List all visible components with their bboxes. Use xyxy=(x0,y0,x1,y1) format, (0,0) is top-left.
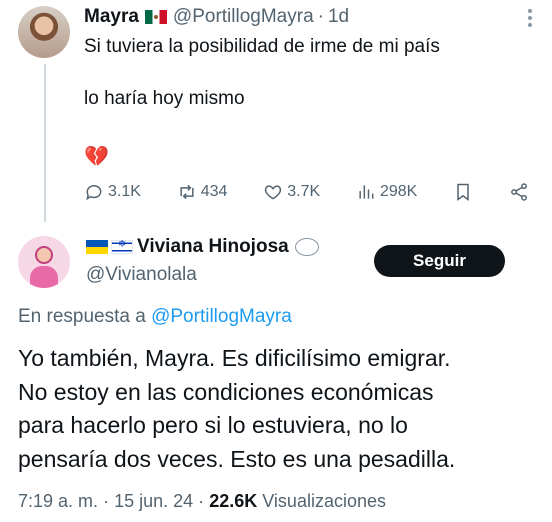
share-icon xyxy=(511,183,527,201)
repost-icon xyxy=(180,184,194,200)
thread-connector-line xyxy=(44,64,46,222)
reply-button[interactable]: 3.1K xyxy=(84,182,141,202)
in-reply-handle-link[interactable]: @PortillogMayra xyxy=(151,306,292,327)
reply-tweet-header: Viviana Hinojosa xyxy=(86,236,319,258)
tweet-text-line: para hacerlo pero si lo estuviera, no lo xyxy=(18,412,408,438)
tweet-text-line: Si tuviera la posibilidad de irme de mi … xyxy=(84,36,440,57)
author-handle[interactable]: @Vivianolala xyxy=(86,264,197,286)
view-count: 298K xyxy=(379,183,418,200)
repost-count: 434 xyxy=(200,183,228,200)
tweet-text-line: pensaría dos veces. Esto es una pesadill… xyxy=(18,445,456,472)
views-label: Visualizaciones xyxy=(262,491,386,511)
tweet-text-line: Yo también, Mayra. Es dificilísimo emigr… xyxy=(18,345,451,371)
tweet-text-line: No estoy en las condiciones económicas xyxy=(18,378,434,405)
israel-flag-icon xyxy=(111,239,133,254)
avatar[interactable] xyxy=(18,6,70,58)
views-count: 22.6K xyxy=(209,491,258,511)
in-reply-to: En respuesta a @PortillogMayra xyxy=(18,306,292,328)
tweet-time[interactable]: 7:19 a. m. xyxy=(18,491,98,511)
separator-dot: · xyxy=(103,491,110,511)
more-options-icon[interactable] xyxy=(528,6,532,30)
tweet-time[interactable]: 1d xyxy=(328,6,349,28)
tweet-date[interactable]: 15 jun. 24 xyxy=(114,491,193,511)
views-button[interactable]: 298K xyxy=(356,182,417,202)
ukraine-flag-icon xyxy=(86,240,108,254)
mexico-flag-icon xyxy=(144,10,167,24)
in-reply-prefix: En respuesta a xyxy=(18,306,152,327)
author-name[interactable]: Mayra xyxy=(84,6,139,28)
views-icon xyxy=(359,185,374,199)
tweet-actions-bar: 3.1K 434 3.7K 298K xyxy=(84,182,529,202)
author-name[interactable]: Viviana Hinojosa xyxy=(137,236,289,258)
repost-button[interactable]: 434 xyxy=(177,182,228,202)
reply-tweet-text: Yo también, Mayra. Es dificilísimo emigr… xyxy=(18,342,538,476)
like-count: 3.7K xyxy=(287,183,321,200)
separator-dot: · xyxy=(317,6,324,27)
avatar[interactable] xyxy=(18,236,70,288)
comment-icon xyxy=(86,185,102,201)
broken-heart-emoji: 💔 xyxy=(84,146,109,168)
heart-icon xyxy=(265,185,282,200)
bookmark-icon xyxy=(457,183,469,201)
like-button[interactable]: 3.7K xyxy=(263,182,320,202)
parent-tweet-text: Si tuviera la posibilidad de irme de mi … xyxy=(84,34,440,112)
bookmark-button[interactable] xyxy=(453,182,473,202)
separator-dot: · xyxy=(198,491,205,511)
share-button[interactable] xyxy=(509,182,529,202)
author-handle[interactable]: @PortillogMayra xyxy=(173,6,314,28)
tweet-text-line: lo haría hoy mismo xyxy=(84,88,245,109)
follow-button[interactable]: Seguir xyxy=(374,245,505,277)
parent-tweet-header: Mayra @PortillogMayra · 1d xyxy=(84,6,349,28)
tweet-metadata: 7:19 a. m. · 15 jun. 24 · 22.6K Visualiz… xyxy=(18,491,386,512)
thought-bubble-icon xyxy=(294,238,319,256)
reply-count: 3.1K xyxy=(108,183,141,200)
